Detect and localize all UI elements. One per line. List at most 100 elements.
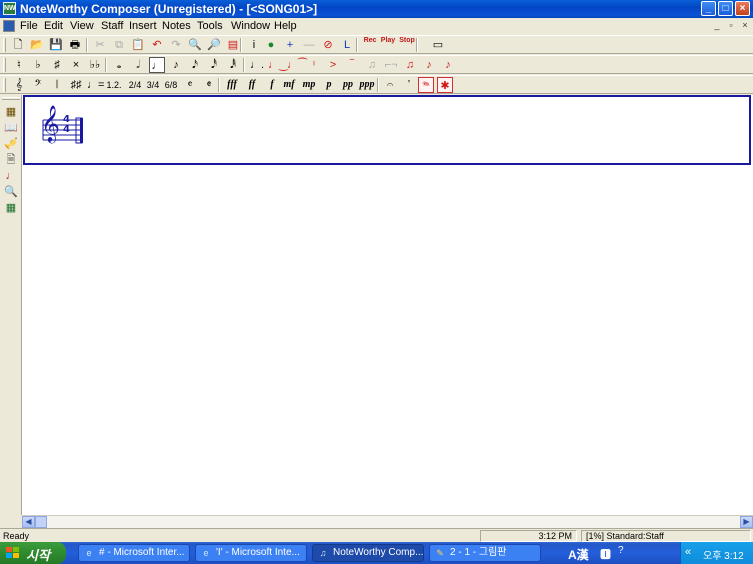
tie-icon[interactable]: ♩⁀ bbox=[287, 57, 307, 73]
scroll-right-button[interactable]: ▶ bbox=[740, 516, 753, 528]
pedal-down-icon[interactable]: 𝆮 bbox=[418, 77, 434, 93]
whole-note-icon[interactable]: 𝅝 bbox=[111, 57, 127, 73]
close-button[interactable]: × bbox=[735, 1, 750, 16]
key-signature-icon[interactable]: ♯♯ bbox=[68, 77, 84, 93]
mdi-minimize-button[interactable]: _ bbox=[711, 20, 723, 32]
grid-icon[interactable]: ▦ bbox=[3, 201, 19, 215]
zoom-in-icon[interactable]: 🔍 bbox=[187, 37, 203, 53]
taskbar-button-2[interactable]: e 'I' - Microsoft Inte... bbox=[195, 544, 307, 562]
save-icon[interactable]: 💾 bbox=[48, 37, 64, 53]
accent-icon[interactable]: > bbox=[325, 57, 341, 73]
cut-icon[interactable]: ✂ bbox=[92, 37, 108, 53]
dynamic-fff-icon[interactable]: fff bbox=[224, 77, 240, 93]
double-flat-icon[interactable]: ♭♭ bbox=[87, 57, 103, 73]
mdi-close-button[interactable]: × bbox=[739, 20, 751, 32]
find-icon[interactable]: 🔍 bbox=[3, 185, 19, 199]
dynamic-f-icon[interactable]: f bbox=[264, 77, 280, 93]
piano-keyboard-icon[interactable]: ▭ bbox=[420, 37, 456, 53]
sharp-icon[interactable]: ♯ bbox=[49, 57, 65, 73]
redo-icon[interactable]: ↷ bbox=[168, 37, 184, 53]
tenuto-icon[interactable]: ‾ bbox=[344, 57, 360, 73]
ending-icon[interactable]: 1.2. bbox=[106, 77, 122, 93]
start-button[interactable]: 시작 bbox=[0, 542, 66, 564]
new-file-icon[interactable]: 🗋 bbox=[10, 37, 26, 53]
flat-icon[interactable]: ♭ bbox=[30, 57, 46, 73]
taskbar-button-4[interactable]: ✎ 2 - 1 - 그림판 bbox=[429, 544, 541, 562]
stem-down-icon[interactable]: ♪ bbox=[440, 57, 456, 73]
stop-icon[interactable]: Stop bbox=[399, 37, 415, 53]
document-area[interactable]: 𝄞 4 4 bbox=[22, 95, 753, 515]
fermata-icon[interactable]: 𝄐 bbox=[382, 77, 398, 93]
staccato-icon[interactable]: ᶦ bbox=[306, 57, 322, 73]
ime-help-icon[interactable]: ? bbox=[618, 545, 624, 556]
triplet-icon[interactable]: ⌐¬ bbox=[383, 57, 399, 73]
noteworthy-app-icon[interactable]: NW bbox=[3, 2, 16, 15]
sixtyfourth-note-icon[interactable]: 𝅘𝅥𝅱 bbox=[225, 57, 241, 73]
dynamic-mp-icon[interactable]: mp bbox=[301, 77, 317, 93]
quarter-note-icon[interactable]: ♩ bbox=[149, 57, 165, 73]
taskbar-button-3[interactable]: ♫ NoteWorthy Comp... bbox=[312, 544, 424, 562]
menu-staff[interactable]: Staff bbox=[101, 20, 123, 32]
record-icon[interactable]: Rec bbox=[362, 37, 378, 53]
mdi-restore-button[interactable]: ▫ bbox=[725, 20, 737, 32]
sixteenth-note-icon[interactable]: 𝅘𝅥𝅯 bbox=[187, 57, 203, 73]
scroll-thumb[interactable] bbox=[35, 516, 47, 528]
book-icon[interactable]: 📖 bbox=[3, 121, 19, 135]
half-note-icon[interactable]: 𝅗𝅥 bbox=[130, 57, 146, 73]
double-sharp-icon[interactable]: × bbox=[68, 57, 84, 73]
mute-icon[interactable]: ⊘ bbox=[320, 37, 336, 53]
maximize-button[interactable]: □ bbox=[718, 1, 733, 16]
paste-icon[interactable]: 📋 bbox=[130, 37, 146, 53]
scroll-left-button[interactable]: ◀ bbox=[22, 516, 35, 528]
pedal-up-icon[interactable]: ✱ bbox=[437, 77, 453, 93]
delete-staff-icon[interactable]: — bbox=[301, 37, 317, 53]
stem-up-icon[interactable]: ♪ bbox=[421, 57, 437, 73]
grace-note-icon[interactable]: ♫ bbox=[364, 57, 380, 73]
document-icon[interactable] bbox=[3, 20, 15, 32]
title-bar[interactable]: NW NoteWorthy Composer (Unregistered) - … bbox=[0, 0, 753, 18]
open-folder-icon[interactable]: 📂 bbox=[29, 37, 45, 53]
print-icon[interactable]: 🖶 bbox=[67, 37, 83, 53]
menu-insert[interactable]: Insert bbox=[129, 20, 157, 32]
thirtysecond-note-icon[interactable]: 𝅘𝅥𝅰 bbox=[206, 57, 222, 73]
cut-time-icon[interactable]: 𝄵 bbox=[201, 77, 217, 93]
eighth-note-icon[interactable]: ♪ bbox=[168, 57, 184, 73]
copy-icon[interactable]: ⧉ bbox=[111, 37, 127, 53]
toolbar-grip[interactable] bbox=[3, 78, 6, 92]
menu-help[interactable]: Help bbox=[274, 20, 297, 32]
ime-icon[interactable]: 🅸 bbox=[600, 546, 611, 562]
dynamic-ppp-icon[interactable]: ppp bbox=[359, 77, 375, 93]
note-entry-icon[interactable]: ♩ bbox=[3, 169, 19, 183]
strip-grip[interactable] bbox=[2, 97, 20, 100]
language-indicator[interactable]: A漢 bbox=[568, 546, 589, 563]
minimize-button[interactable]: _ bbox=[701, 1, 716, 16]
dynamic-pp-icon[interactable]: pp bbox=[340, 77, 356, 93]
dynamic-p-icon[interactable]: p bbox=[321, 77, 337, 93]
instrument-icon[interactable]: 🎺 bbox=[3, 137, 19, 151]
menu-view[interactable]: View bbox=[70, 20, 94, 32]
undo-icon[interactable]: ↶ bbox=[149, 37, 165, 53]
zoom-out-icon[interactable]: 🔎 bbox=[206, 37, 222, 53]
tempo-icon[interactable]: ♩= bbox=[87, 77, 104, 93]
menu-window[interactable]: Window bbox=[231, 20, 270, 32]
natural-icon[interactable]: ♮ bbox=[11, 57, 27, 73]
beam-icon[interactable]: ♫ bbox=[402, 57, 418, 73]
breath-mark-icon[interactable]: ʼ bbox=[401, 77, 417, 93]
tray-chevron-icon[interactable]: « bbox=[685, 546, 691, 558]
dotted-note-icon[interactable]: ♩. bbox=[249, 57, 265, 73]
horizontal-scrollbar[interactable]: ◀ ▶ bbox=[22, 515, 753, 528]
tray-clock[interactable]: 오후 3:12 bbox=[703, 547, 744, 562]
globe-icon[interactable]: ● bbox=[263, 37, 279, 53]
double-barline-icon[interactable]: 𝄁 bbox=[49, 77, 65, 93]
staff-properties-icon[interactable]: ▤ bbox=[225, 37, 241, 53]
play-icon[interactable]: Play bbox=[380, 37, 396, 53]
time-sig-2-4-icon[interactable]: 2/4 bbox=[127, 77, 143, 93]
menu-tools[interactable]: Tools bbox=[197, 20, 223, 32]
menu-edit[interactable]: Edit bbox=[44, 20, 63, 32]
lyrics-icon[interactable]: L bbox=[339, 37, 355, 53]
menu-notes[interactable]: Notes bbox=[162, 20, 191, 32]
time-sig-6-8-icon[interactable]: 6/8 bbox=[163, 77, 179, 93]
staff-view-icon[interactable]: ▦ bbox=[3, 105, 19, 119]
slur-icon[interactable]: ♩‿ bbox=[268, 57, 288, 73]
dynamic-mf-icon[interactable]: mf bbox=[281, 77, 297, 93]
